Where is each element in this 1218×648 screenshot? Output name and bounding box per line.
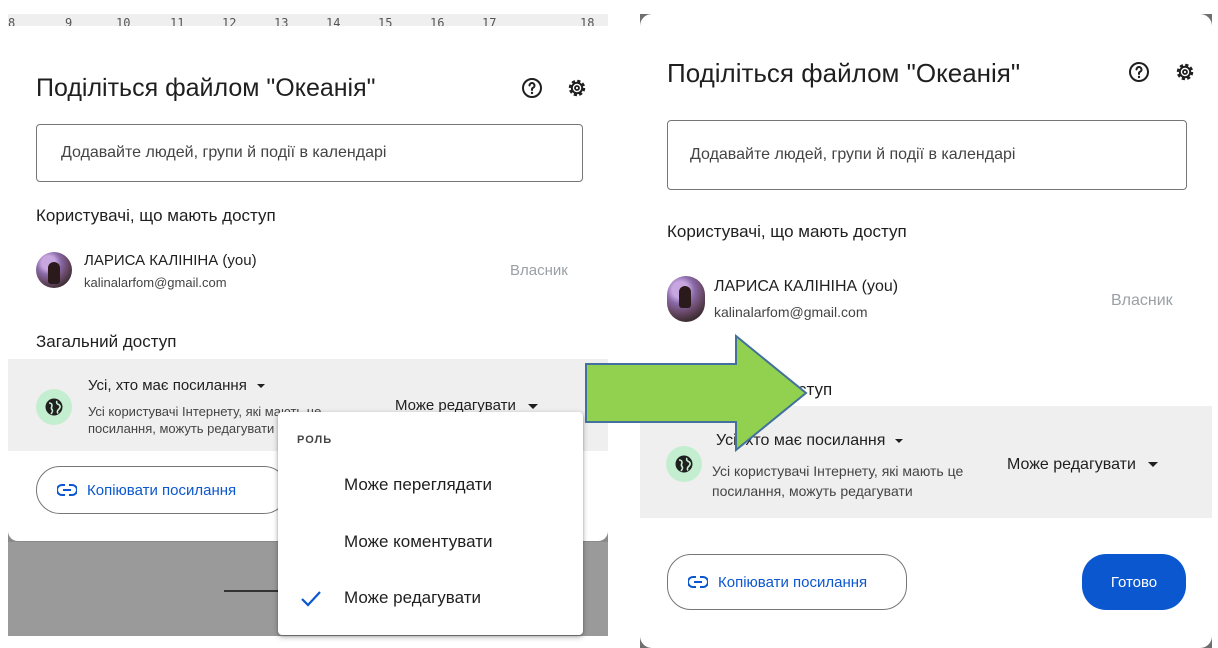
access-header: Користувачі, що мають доступ [667,222,907,241]
add-people-field[interactable] [667,120,1187,190]
role-menu: РОЛЬ Може переглядати Може коментувати М… [278,412,583,635]
done-button[interactable]: Готово [1082,554,1186,610]
menu-item-view[interactable]: Може переглядати [344,475,492,495]
avatar [667,276,705,322]
user-name: ЛАРИСА КАЛІНІНА (you) [84,252,257,269]
add-people-input[interactable] [37,125,582,181]
add-people-input[interactable] [668,121,1186,189]
globe-icon [36,389,72,425]
dropdown-caret-icon [527,403,538,409]
help-icon[interactable] [1127,60,1151,84]
menu-item-comment[interactable]: Може коментувати [344,532,492,552]
settings-icon[interactable] [1173,60,1197,84]
avatar [36,252,72,288]
copy-link-label: Копіювати посилання [718,573,868,591]
role-label: Може редагувати [1007,456,1136,473]
copy-link-label: Копіювати посилання [87,481,237,499]
link-scope-label: Усі, хто має посилання [88,377,247,394]
dropdown-caret-icon [1147,462,1158,468]
link-description-line: посилання, можуть редагувати [712,483,913,499]
dialog-title: Поділіться файлом "Океанія" [667,58,1021,88]
right-screenshot: Поділіться файлом "Океанія" Користувачі,… [640,14,1212,648]
user-role: Власник [1111,292,1173,309]
link-description: Усі користувачі Інтернету, які мають це … [712,461,963,501]
general-access-header: Загальний доступ [36,332,177,351]
access-header: Користувачі, що мають доступ [36,206,276,225]
user-name: ЛАРИСА КАЛІНІНА (you) [714,278,899,295]
user-email: kalinalarfom@gmail.com [84,275,227,290]
copy-link-button[interactable]: Копіювати посилання [36,466,288,514]
link-description-line: Усі користувачі Інтернету, які мають це [712,463,964,479]
copy-link-button[interactable]: Копіювати посилання [667,554,907,610]
add-people-field[interactable] [36,124,583,182]
done-label: Готово [1110,573,1158,591]
link-scope-dropdown[interactable]: Усі, хто має посилання [88,377,265,394]
arrow-right-icon [585,334,808,452]
menu-header: РОЛЬ [297,434,333,446]
user-role: Власник [510,262,568,279]
help-icon[interactable] [520,76,544,100]
share-dialog: Поділіться файлом "Океанія" Користувачі,… [640,14,1212,648]
link-icon [57,484,77,496]
check-icon [301,591,321,607]
user-email: kalinalarfom@gmail.com [714,304,868,320]
dropdown-caret-icon [256,384,265,389]
dropdown-caret-icon [895,438,904,443]
link-icon [688,576,708,588]
role-dropdown[interactable]: Може редагувати [1007,456,1158,474]
settings-icon[interactable] [565,76,589,100]
dialog-title: Поділіться файлом "Океанія" [36,74,376,102]
menu-item-edit[interactable]: Може редагувати [344,588,481,608]
